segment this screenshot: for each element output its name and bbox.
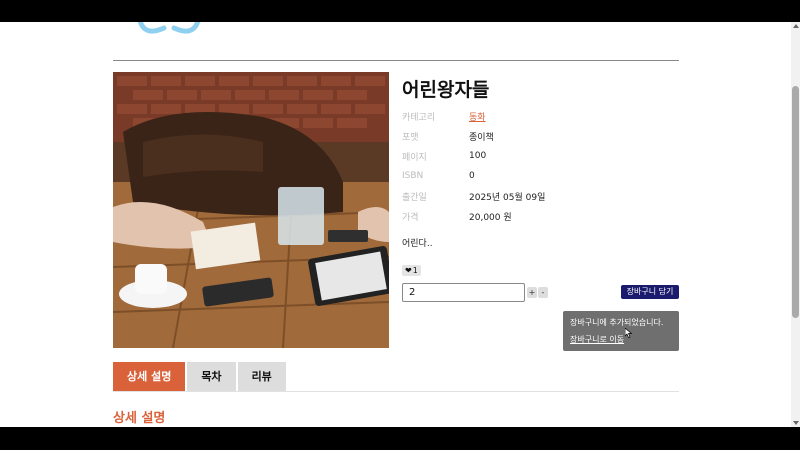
- detail-tabs: 상세 설명 목차 리뷰: [113, 362, 286, 392]
- tab-contents[interactable]: 목차: [187, 362, 236, 392]
- meta-row-pages: 페이지 100: [402, 146, 545, 166]
- like-button[interactable]: ❤ 1: [402, 265, 421, 276]
- meta-row-published: 출간일 2025년 05월 09일: [402, 186, 545, 206]
- quantity-minus-button[interactable]: -: [538, 287, 548, 298]
- quantity-plus-button[interactable]: +: [527, 287, 537, 298]
- go-to-cart-link[interactable]: 장바구니로 이동: [570, 334, 672, 345]
- meta-label: 가격: [402, 212, 419, 223]
- meta-label: ISBN: [402, 171, 424, 181]
- meta-value: 100: [469, 151, 487, 161]
- vertical-scrollbar[interactable]: [791, 22, 800, 427]
- like-count: 1: [412, 266, 418, 275]
- meta-label: 페이지: [402, 152, 427, 163]
- toast-message: 장바구니에 추가되었습니다.: [570, 318, 664, 327]
- product-image: [113, 72, 389, 348]
- header-divider: [113, 60, 679, 61]
- meta-label: 출간일: [402, 192, 427, 203]
- meta-value: 20,000 원: [469, 212, 512, 223]
- logo-icon[interactable]: [134, 22, 204, 42]
- meta-row-format: 포맷 종이책: [402, 126, 545, 146]
- tabs-divider: [113, 391, 679, 392]
- meta-row-price: 가격 20,000 원: [402, 206, 545, 226]
- product-meta: 카테고리 동화 포맷 종이책 페이지 100 ISBN 0 출간일 2025년 …: [402, 106, 545, 226]
- meta-value: 0: [469, 171, 475, 181]
- meta-label: 카테고리: [402, 112, 436, 123]
- add-to-cart-button[interactable]: 장바구니 담기: [621, 285, 679, 299]
- category-link[interactable]: 동화: [469, 110, 486, 123]
- meta-row-isbn: ISBN 0: [402, 166, 545, 186]
- scroll-up-icon[interactable]: [792, 24, 799, 28]
- meta-row-category: 카테고리 동화: [402, 106, 545, 126]
- browser-viewport: 어린왕자들 카테고리 동화 포맷 종이책 페이지 100 ISBN 0 출간일 …: [0, 22, 800, 427]
- tab-description[interactable]: 상세 설명: [113, 362, 186, 392]
- meta-value: 2025년 05월 09일: [469, 192, 546, 203]
- meta-value: 종이책: [469, 132, 494, 143]
- scroll-down-icon[interactable]: [792, 421, 799, 425]
- product-description: 어린다..: [402, 239, 433, 249]
- quantity-input[interactable]: 2: [402, 283, 525, 302]
- meta-label: 포맷: [402, 132, 419, 143]
- tab-reviews[interactable]: 리뷰: [237, 362, 286, 392]
- mouse-cursor-icon: [625, 328, 633, 338]
- product-title: 어린왕자들: [402, 79, 490, 101]
- heart-icon: ❤: [405, 266, 412, 275]
- section-title: 상세 설명: [113, 411, 166, 426]
- scrollbar-thumb[interactable]: [792, 86, 799, 318]
- cart-toast: 장바구니에 추가되었습니다. 장바구니로 이동: [563, 311, 679, 351]
